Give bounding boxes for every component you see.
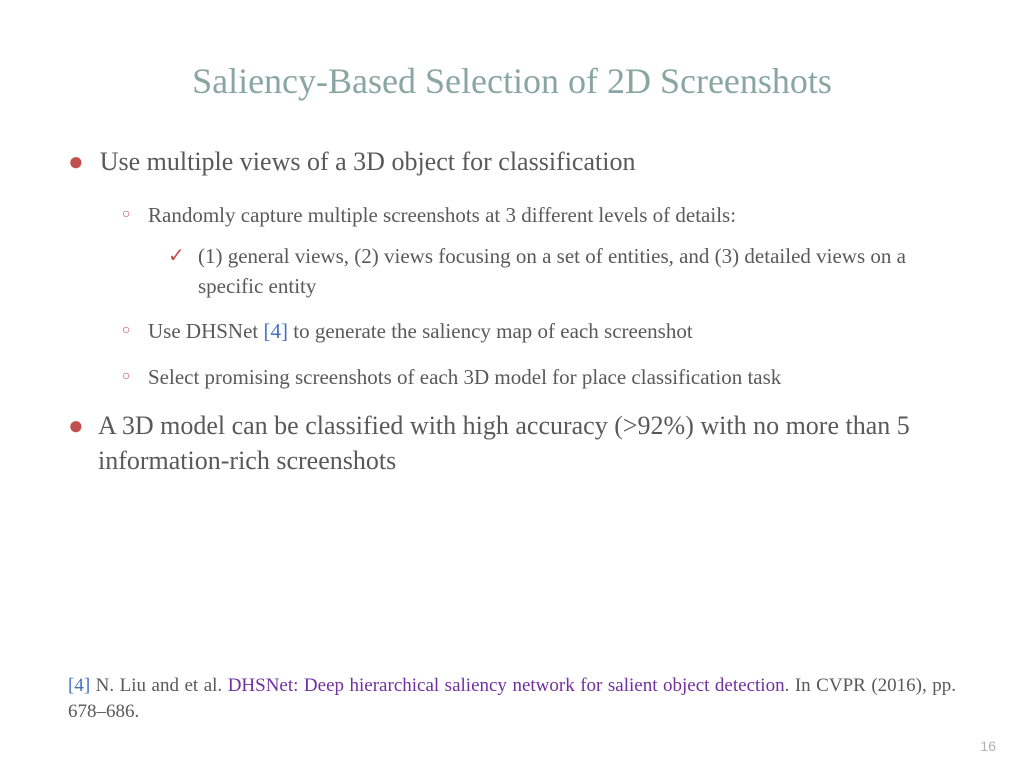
slide-title: Saliency-Based Selection of 2D Screensho… xyxy=(68,60,956,102)
bullet-level3: ✓ (1) general views, (2) views focusing … xyxy=(168,242,956,301)
bullet-level2: ○ Randomly capture multiple screenshots … xyxy=(122,201,956,230)
citation-number: [4] xyxy=(68,675,90,696)
circle-icon: ○ xyxy=(122,369,134,392)
circle-icon: ○ xyxy=(122,207,134,230)
text-part: Use DHSNet xyxy=(148,319,264,343)
citation-title: DHSNet: Deep hierarchical saliency netwo… xyxy=(228,675,785,696)
citation-footer: [4] N. Liu and et al. DHSNet: Deep hiera… xyxy=(68,673,956,726)
bullet-text: A 3D model can be classified with high a… xyxy=(98,408,956,478)
page-number: 16 xyxy=(980,738,996,754)
bullet-text: Use multiple views of a 3D object for cl… xyxy=(100,144,636,179)
bullet-level2: ○ Select promising screenshots of each 3… xyxy=(122,363,956,392)
reference-link[interactable]: [4] xyxy=(264,319,289,343)
dot-icon: ● xyxy=(68,144,84,179)
bullet-text: (1) general views, (2) views focusing on… xyxy=(198,242,956,301)
dot-icon: ● xyxy=(68,408,82,478)
citation-authors: N. Liu and et al. xyxy=(90,675,228,696)
bullet-level1: ● A 3D model can be classified with high… xyxy=(68,408,956,478)
bullet-level1: ● Use multiple views of a 3D object for … xyxy=(68,144,956,179)
bullet-level2: ○ Use DHSNet [4] to generate the salienc… xyxy=(122,317,956,346)
bullet-text: Select promising screenshots of each 3D … xyxy=(148,363,781,392)
slide-content: Saliency-Based Selection of 2D Screensho… xyxy=(0,0,1024,768)
check-icon: ✓ xyxy=(168,242,186,301)
circle-icon: ○ xyxy=(122,323,134,346)
bullet-text: Use DHSNet [4] to generate the saliency … xyxy=(148,317,693,346)
text-part: to generate the saliency map of each scr… xyxy=(288,319,693,343)
bullet-text: Randomly capture multiple screenshots at… xyxy=(148,201,736,230)
